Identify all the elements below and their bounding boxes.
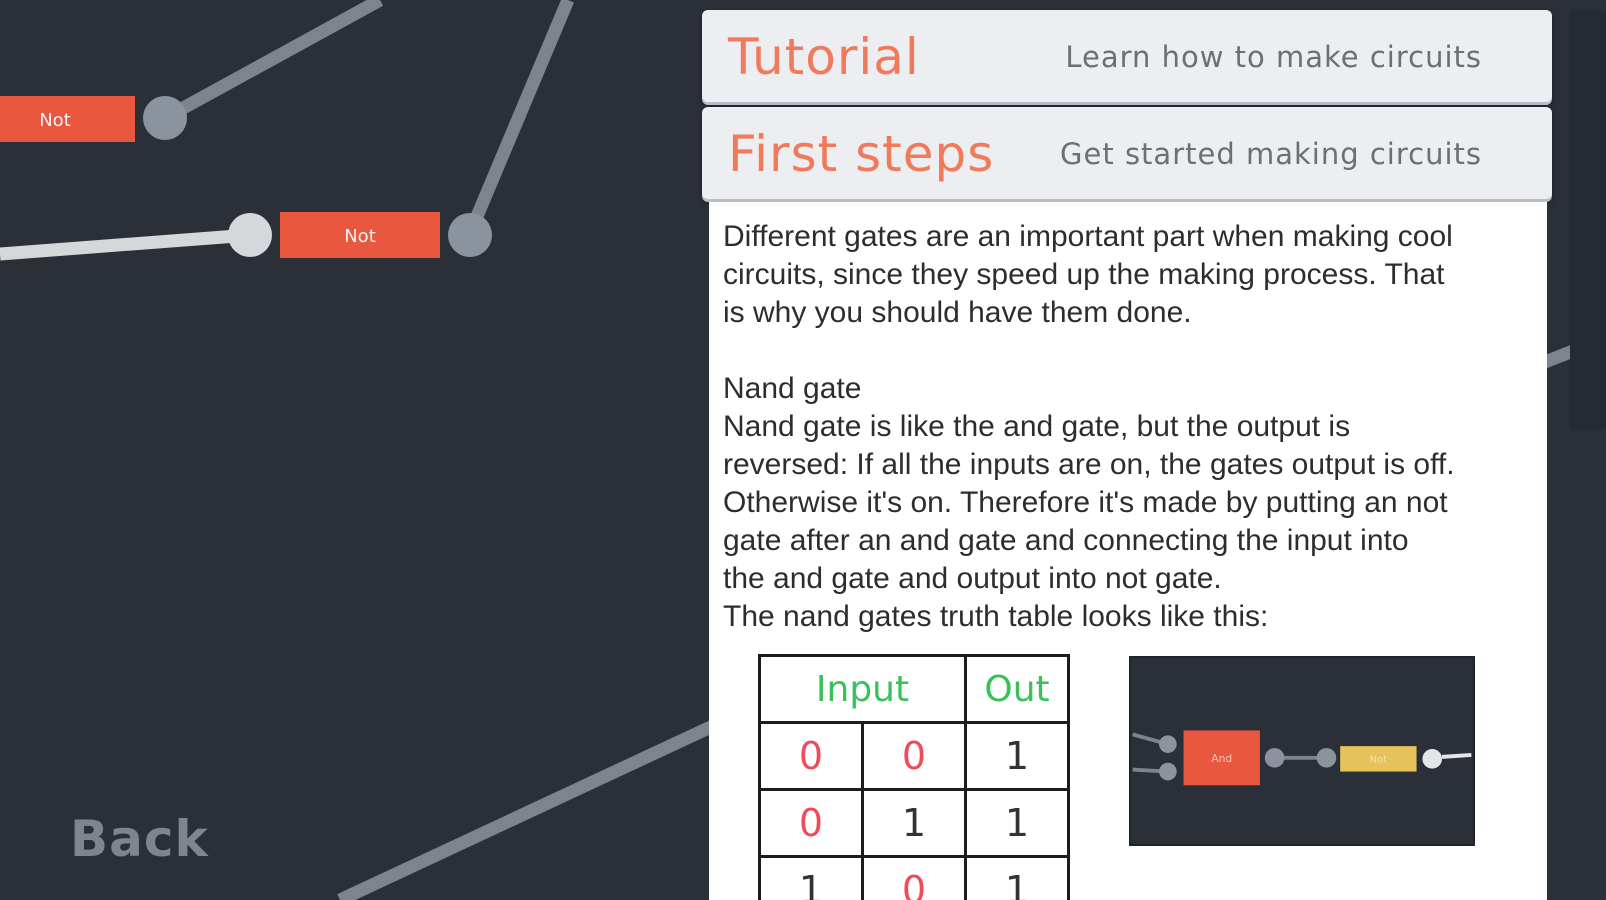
wire bbox=[337, 719, 718, 900]
table-cell: 1 bbox=[964, 721, 1070, 791]
pin bbox=[1159, 762, 1177, 781]
card-title: First steps bbox=[728, 125, 995, 183]
first-steps-card[interactable]: First steps Get started making circuits bbox=[702, 107, 1552, 199]
intro-line: circuits, since they speed up the making… bbox=[723, 258, 1445, 291]
truth-table: Input Out 0 0 1 0 1 1 1 0 1 bbox=[758, 654, 1070, 900]
table-cell: 0 bbox=[861, 721, 967, 791]
table-cell: 1 bbox=[861, 788, 967, 858]
table-cell: 1 bbox=[964, 788, 1070, 858]
not-gate[interactable]: Not bbox=[280, 212, 440, 258]
back-button[interactable]: Back bbox=[70, 810, 209, 868]
table-cell: 1 bbox=[758, 855, 864, 900]
gate-output-pin[interactable] bbox=[143, 96, 187, 140]
card-subtitle: Learn how to make circuits bbox=[1065, 40, 1482, 74]
nand-diagram: And Not bbox=[1129, 656, 1475, 846]
body-line: reversed: If all the inputs are on, the … bbox=[723, 448, 1455, 481]
body-line: gate after an and gate and connecting th… bbox=[723, 524, 1409, 557]
table-cell: 0 bbox=[758, 721, 864, 791]
wire bbox=[464, 0, 574, 236]
pin bbox=[1264, 748, 1285, 768]
table-row: 1 0 1 bbox=[758, 855, 1070, 900]
table-header-row: Input Out bbox=[758, 654, 1070, 724]
not-gate-label: Not bbox=[1370, 755, 1387, 766]
gate-label: Not bbox=[344, 226, 376, 247]
card-subtitle: Get started making circuits bbox=[1060, 137, 1482, 171]
and-gate-label: And bbox=[1211, 752, 1232, 765]
gate-label: Not bbox=[39, 110, 71, 131]
tutorial-card[interactable]: Tutorial Learn how to make circuits bbox=[702, 10, 1552, 102]
section-heading: Nand gate bbox=[723, 372, 862, 405]
pin bbox=[1316, 748, 1337, 768]
table-cell: 0 bbox=[861, 855, 967, 900]
wire-active bbox=[0, 228, 251, 261]
gate-output-pin[interactable] bbox=[448, 213, 492, 257]
header-out: Out bbox=[964, 654, 1070, 724]
pin bbox=[1159, 735, 1177, 753]
gate-input-pin[interactable] bbox=[228, 213, 272, 257]
not-gate[interactable]: Not bbox=[0, 96, 135, 142]
card-title: Tutorial bbox=[728, 28, 920, 86]
body-line: Otherwise it's on. Therefore it's made b… bbox=[723, 486, 1448, 519]
header-input: Input bbox=[758, 654, 967, 724]
body-line: the and gate and output into not gate. bbox=[723, 562, 1222, 595]
scrollbar[interactable] bbox=[1570, 10, 1606, 430]
table-cell: 0 bbox=[758, 788, 864, 858]
body-line: The nand gates truth table looks like th… bbox=[723, 600, 1269, 633]
table-cell: 1 bbox=[964, 855, 1070, 900]
table-row: 0 0 1 bbox=[758, 721, 1070, 791]
table-row: 0 1 1 bbox=[758, 788, 1070, 858]
body-line: Nand gate is like the and gate, but the … bbox=[723, 410, 1351, 443]
wire bbox=[161, 0, 384, 124]
wire-active bbox=[1441, 752, 1472, 759]
pin-output bbox=[1422, 749, 1442, 769]
intro-line: is why you should have them done. bbox=[723, 296, 1192, 329]
intro-line: Different gates are an important part wh… bbox=[723, 220, 1453, 253]
tutorial-content-panel[interactable]: Different gates are an important part wh… bbox=[709, 202, 1547, 900]
